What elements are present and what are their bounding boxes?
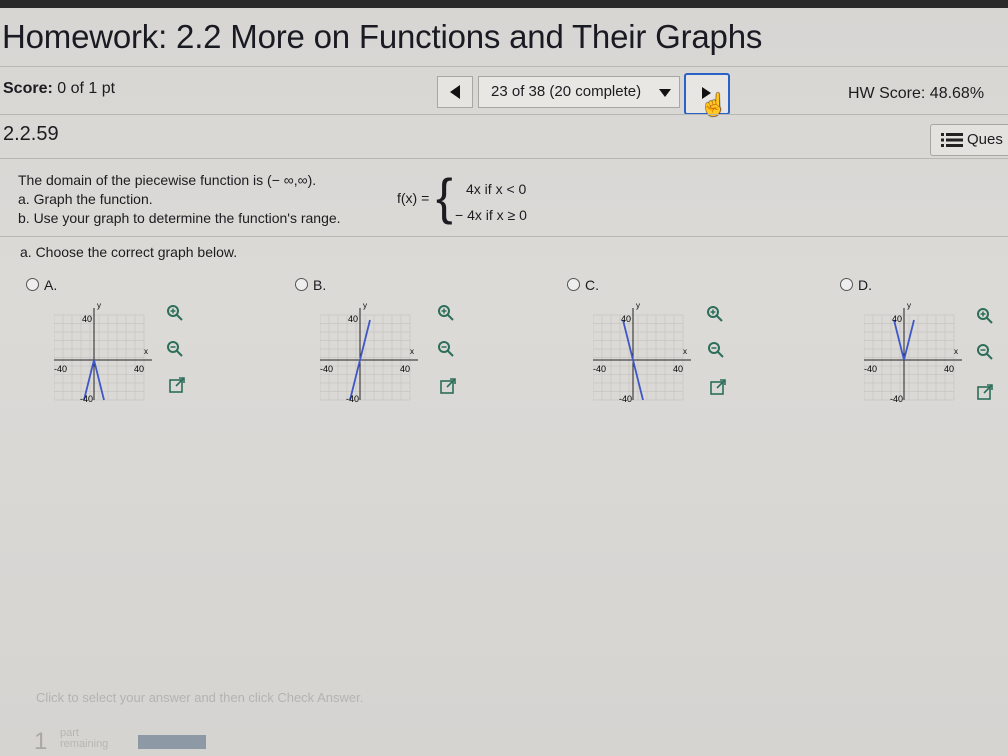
option-b[interactable]: B.: [295, 277, 326, 293]
option-c-tick-top: 40: [621, 314, 631, 324]
page-title: Homework: 2.2 More on Functions and Thei…: [2, 18, 763, 55]
option-b-axis-y: y: [363, 301, 367, 310]
question-help-button[interactable]: Ques: [930, 124, 1008, 156]
divider: [0, 114, 1008, 115]
option-d-axis-y: y: [907, 301, 911, 310]
score-display: Score: 0 of 1 pt: [3, 80, 115, 98]
option-c-label: C.: [585, 277, 599, 293]
option-c[interactable]: C.: [567, 277, 599, 293]
divider: [0, 236, 1008, 237]
zoom-out-icon[interactable]: [707, 341, 725, 359]
option-b-radio[interactable]: [295, 278, 308, 291]
zoom-in-icon[interactable]: [706, 305, 724, 323]
option-a-tick-right: 40: [134, 364, 144, 374]
piecewise-case-2: − 4x if x ≥ 0: [455, 207, 527, 223]
answer-instruction: Click to select your answer and then cli…: [36, 690, 364, 705]
problem-text-part-b: b. Use your graph to determine the funct…: [18, 210, 341, 226]
option-c-tick-right: 40: [673, 364, 683, 374]
option-d-radio[interactable]: [840, 278, 853, 291]
zoom-in-icon[interactable]: [976, 307, 994, 325]
option-c-axis-y: y: [636, 301, 640, 310]
parts-remaining-count: 1: [34, 728, 48, 755]
option-b-tick-left: -40: [320, 364, 333, 374]
divider: [0, 158, 1008, 159]
option-b-tick-bottom: -40: [346, 394, 359, 404]
option-d-tick-top: 40: [892, 314, 902, 324]
problem-text-domain: The domain of the piecewise function is …: [18, 172, 317, 188]
triangle-left-icon: [450, 85, 460, 99]
option-b-label: B.: [313, 277, 327, 293]
option-d-tick-bottom: -40: [890, 394, 903, 404]
option-d-tick-right: 40: [944, 364, 954, 374]
option-b-axis-x: x: [410, 347, 414, 356]
option-d[interactable]: D.: [840, 277, 872, 293]
option-a-axis-x: x: [144, 347, 148, 356]
expand-icon[interactable]: [168, 376, 186, 394]
question-help-label: Ques: [967, 131, 1003, 148]
hw-score: HW Score: 48.68%: [848, 85, 985, 102]
option-d-graph-svg: y x 40 40 -40 -40: [864, 301, 962, 404]
previous-question-button[interactable]: [437, 76, 473, 108]
progress-bar: [138, 735, 206, 749]
option-c-tick-bottom: -40: [619, 394, 632, 404]
function-label: f(x) =: [397, 190, 430, 206]
divider: [0, 66, 1008, 67]
piecewise-case-1: 4x if x < 0: [466, 181, 527, 197]
option-a-tick-top: 40: [82, 314, 92, 324]
piecewise-brace: {: [436, 169, 453, 225]
option-d-label: D.: [858, 277, 872, 293]
zoom-out-icon[interactable]: [437, 340, 455, 358]
dropdown-arrow-icon: [659, 89, 671, 97]
option-c-radio[interactable]: [567, 278, 580, 291]
zoom-out-icon[interactable]: [166, 340, 184, 358]
problem-text-part-a: a. Graph the function.: [18, 191, 153, 207]
option-d-tick-left: -40: [864, 364, 877, 374]
option-a-axis-y: y: [97, 301, 101, 310]
option-b-graph-svg: y x 40 40 -40 -40: [320, 301, 418, 404]
option-c-graph-svg: y x 40 40 -40 -40: [593, 301, 691, 404]
option-a[interactable]: A.: [26, 277, 57, 293]
expand-icon[interactable]: [439, 377, 457, 395]
option-b-tick-top: 40: [348, 314, 358, 324]
question-select[interactable]: 23 of 38 (20 complete): [478, 76, 680, 108]
option-d-axis-x: x: [954, 347, 958, 356]
zoom-in-icon[interactable]: [437, 304, 455, 322]
score-value: 0 of 1 pt: [57, 80, 116, 97]
problem-number: 2.2.59: [3, 123, 59, 145]
option-a-graph-svg: y x 40 40 -40 -40: [54, 301, 152, 404]
zoom-in-icon[interactable]: [166, 304, 184, 322]
expand-icon[interactable]: [709, 378, 727, 396]
option-c-axis-x: x: [683, 347, 687, 356]
option-d-graph: y x 40 40 -40 -40: [864, 300, 964, 420]
list-icon: [941, 133, 963, 147]
question-position: 23 of 38 (20 complete): [491, 83, 642, 100]
answer-prompt: a. Choose the correct graph below.: [20, 244, 238, 260]
option-c-tick-left: -40: [593, 364, 606, 374]
parts-remaining-label: part remaining: [60, 727, 109, 750]
zoom-out-icon[interactable]: [976, 343, 994, 361]
top-bar: [0, 0, 1008, 8]
option-a-tick-left: -40: [54, 364, 67, 374]
expand-icon[interactable]: [976, 383, 994, 401]
option-c-graph: y x 40 40 -40 -40: [593, 300, 693, 420]
option-a-radio[interactable]: [26, 278, 39, 291]
option-a-graph: y x 40 40 -40 -40: [54, 300, 154, 420]
option-b-tick-right: 40: [400, 364, 410, 374]
option-b-graph: y x 40 40 -40 -40: [320, 300, 420, 420]
score-label: Score:: [3, 80, 53, 97]
option-a-label: A.: [44, 277, 58, 293]
option-a-tick-bottom: -40: [80, 394, 93, 404]
